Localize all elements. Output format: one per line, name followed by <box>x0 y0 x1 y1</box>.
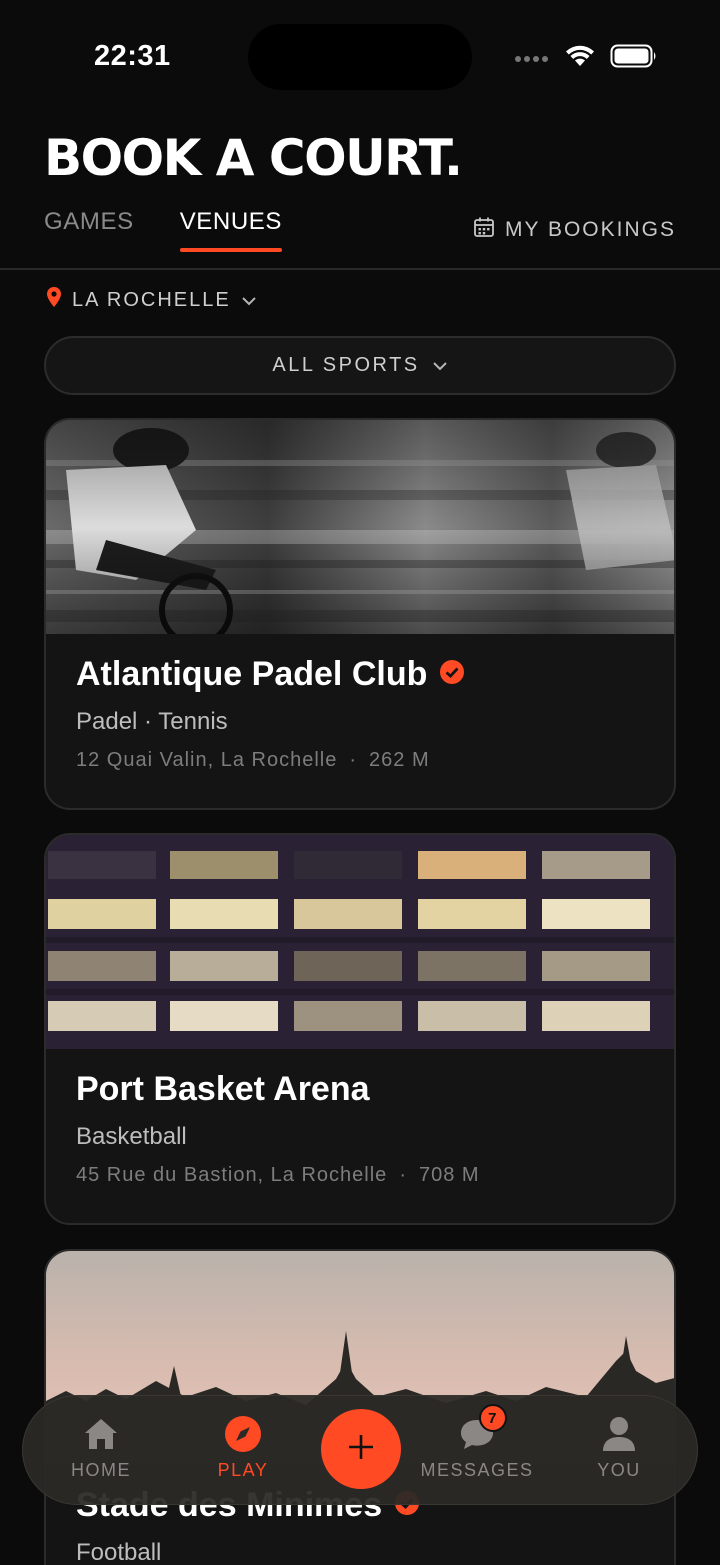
tab-venues[interactable]: VENUES <box>179 208 283 252</box>
location-label: LA ROCHELLE <box>72 288 231 311</box>
home-icon <box>81 1414 121 1454</box>
chat-icon: 7 <box>457 1404 507 1454</box>
venue-card[interactable]: Atlantique Padel Club Padel · Tennis 12 … <box>44 418 676 810</box>
tab-home-label: HOME <box>71 1460 131 1480</box>
segment-tabs: GAMES VENUES <box>44 208 283 252</box>
page-title: BOOK A COURT. <box>44 129 463 187</box>
venue-sports: Basketball <box>76 1123 187 1150</box>
header-divider <box>0 268 720 270</box>
tab-you-label: YOU <box>597 1460 641 1480</box>
venue-address: 45 Rue du Bastion, La Rochelle <box>76 1164 388 1186</box>
venue-name: Port Basket Arena <box>76 1070 370 1108</box>
venue-card[interactable]: Port Basket Arena Basketball 45 Rue du B… <box>44 833 676 1225</box>
my-bookings-label: MY BOOKINGS <box>505 218 676 241</box>
chevron-down-icon <box>432 354 448 377</box>
bottom-tab-bar: HOME PLAY 7 MESSAGES YOU <box>22 1395 698 1505</box>
status-time: 22:31 <box>94 40 171 72</box>
venue-distance: 262 M <box>369 749 430 771</box>
tab-you[interactable]: YOU <box>559 1414 679 1481</box>
verified-check-icon <box>439 652 465 696</box>
tab-home[interactable]: HOME <box>41 1414 161 1481</box>
all-sports-filter[interactable]: ALL SPORTS <box>44 336 676 395</box>
wifi-icon <box>564 44 596 73</box>
status-bar: 22:31 <box>0 0 720 110</box>
venue-info: Atlantique Padel Club Padel · Tennis 12 … <box>76 652 644 774</box>
venue-address-row: 12 Quai Valin, La Rochelle · 262 M <box>76 746 644 774</box>
cellular-signal-icon <box>514 50 550 68</box>
location-selector[interactable]: LA ROCHELLE <box>46 286 257 314</box>
venue-photo-cycling <box>46 420 674 634</box>
venue-info: Port Basket Arena Basketball 45 Rue du B… <box>76 1067 644 1189</box>
venue-sports: Padel · Tennis <box>76 708 228 735</box>
venue-name-row: Atlantique Padel Club <box>76 652 644 696</box>
my-bookings-button[interactable]: MY BOOKINGS <box>473 216 676 244</box>
tab-games[interactable]: GAMES <box>44 208 134 248</box>
compass-icon <box>223 1414 263 1454</box>
venue-address: 12 Quai Valin, La Rochelle <box>76 749 338 771</box>
venue-name-row: Port Basket Arena <box>76 1067 644 1111</box>
battery-icon <box>610 44 658 73</box>
chevron-down-icon <box>241 289 257 312</box>
separator-dot: · <box>399 1164 407 1186</box>
plus-icon <box>346 1432 376 1467</box>
status-icons <box>514 44 658 73</box>
separator-dot: · <box>349 749 358 771</box>
tab-play-label: PLAY <box>217 1460 269 1480</box>
dynamic-island <box>248 24 472 90</box>
person-icon <box>599 1414 639 1454</box>
venue-sports: Football <box>76 1539 162 1565</box>
tab-messages[interactable]: 7 MESSAGES <box>417 1404 537 1481</box>
messages-badge: 7 <box>479 1404 507 1432</box>
tab-messages-label: MESSAGES <box>420 1460 534 1480</box>
tab-play[interactable]: PLAY <box>183 1414 303 1481</box>
venue-distance: 708 M <box>418 1164 480 1186</box>
venue-name: Atlantique Padel Club <box>76 655 428 693</box>
venue-photo-building <box>46 835 674 1049</box>
sports-filter-label: ALL SPORTS <box>272 354 420 376</box>
calendar-icon <box>473 216 495 244</box>
map-pin-icon <box>46 286 62 314</box>
venue-address-row: 45 Rue du Bastion, La Rochelle · 708 M <box>76 1161 644 1189</box>
create-game-button[interactable] <box>321 1409 401 1489</box>
